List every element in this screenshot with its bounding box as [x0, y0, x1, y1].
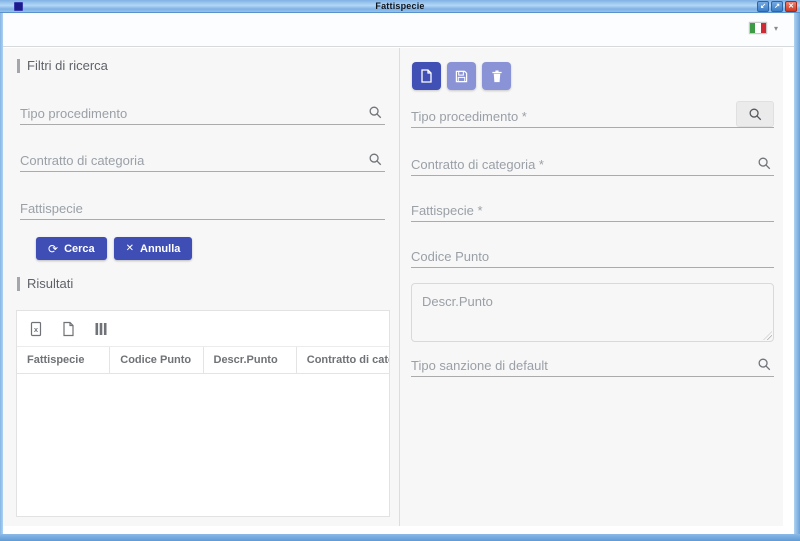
column-header-descr-punto[interactable]: Descr.Punto	[204, 347, 297, 373]
results-section-title: Risultati	[27, 276, 73, 291]
pdf-export-icon[interactable]	[61, 321, 77, 337]
window-content: ▾ Filtri di ricerca	[3, 13, 794, 534]
detail-panel	[400, 48, 783, 526]
results-table: x Fattispecie	[16, 310, 390, 517]
maximize-button[interactable]: ↗	[771, 1, 783, 12]
search-icon[interactable]	[368, 105, 383, 120]
annulla-button-label: Annulla	[140, 243, 180, 255]
delete-record-button[interactable]	[482, 62, 511, 90]
detail-tipo-sanzione-input[interactable]	[411, 358, 756, 373]
search-icon[interactable]	[757, 357, 772, 372]
columns-icon[interactable]	[93, 321, 109, 337]
filter-contratto-input[interactable]	[20, 153, 367, 168]
filter-tipo-procedimento-input[interactable]	[20, 106, 367, 121]
detail-contratto-input[interactable]	[411, 157, 756, 172]
annulla-button[interactable]: ✕ Annulla	[114, 237, 193, 260]
cerca-button-label: Cerca	[64, 243, 95, 255]
detail-tipo-procedimento-field	[411, 98, 774, 128]
results-section-header: Risultati	[17, 276, 73, 291]
flag-red-band	[761, 23, 766, 33]
filters-section-title: Filtri di ricerca	[27, 58, 108, 73]
search-panel: Filtri di ricerca	[3, 48, 400, 526]
save-icon	[455, 70, 468, 83]
results-table-body	[17, 374, 389, 516]
results-table-toolbar: x	[17, 311, 389, 347]
window-title: Fattispecie	[0, 1, 800, 11]
section-bar-icon	[17, 59, 20, 73]
main-area: Filtri di ricerca	[3, 48, 783, 526]
filter-actions: ⟳ Cerca ✕ Annulla	[36, 237, 192, 260]
close-icon: ✕	[126, 243, 134, 254]
window-frame-bottom	[0, 534, 800, 541]
titlebar: Fattispecie ↙ ↗ ✕	[0, 0, 800, 13]
new-record-button[interactable]	[412, 62, 441, 90]
cerca-button[interactable]: ⟳ Cerca	[36, 237, 107, 260]
italian-flag-icon	[749, 22, 767, 34]
detail-toolbar	[412, 62, 511, 90]
fattispecie-window: Fattispecie ↙ ↗ ✕ ▾	[0, 0, 800, 541]
search-icon[interactable]	[757, 156, 772, 171]
excel-export-icon[interactable]: x	[29, 321, 45, 337]
lookup-button[interactable]	[736, 101, 774, 127]
minimize-button[interactable]: ↙	[757, 1, 769, 12]
detail-descr-punto-textarea[interactable]	[412, 284, 773, 341]
language-selector[interactable]: ▾	[749, 22, 778, 34]
filter-fattispecie-input[interactable]	[20, 201, 367, 216]
refresh-icon: ⟳	[48, 242, 58, 256]
save-record-button[interactable]	[447, 62, 476, 90]
window-frame-right	[794, 13, 800, 541]
filter-tipo-procedimento-field	[20, 95, 385, 125]
filter-contratto-field	[20, 142, 385, 172]
detail-fattispecie-input[interactable]	[411, 203, 756, 218]
detail-tipo-procedimento-input[interactable]	[411, 109, 756, 124]
detail-codice-punto-input[interactable]	[411, 249, 756, 264]
column-header-fattispecie[interactable]: Fattispecie	[17, 347, 110, 373]
svg-text:x: x	[34, 325, 39, 334]
search-icon	[748, 107, 763, 122]
close-button[interactable]: ✕	[785, 1, 797, 12]
results-table-header: Fattispecie Codice Punto Descr.Punto Con…	[17, 347, 389, 374]
search-icon[interactable]	[368, 152, 383, 167]
new-document-icon	[420, 69, 433, 83]
detail-contratto-field	[411, 146, 774, 176]
detail-codice-punto-field	[411, 238, 774, 268]
detail-descr-punto-field	[411, 283, 774, 342]
resize-grip-icon[interactable]	[763, 331, 772, 340]
column-header-codice-punto[interactable]: Codice Punto	[110, 347, 203, 373]
chevron-down-icon: ▾	[774, 24, 778, 33]
window-controls: ↙ ↗ ✕	[757, 1, 797, 12]
app-header: ▾	[3, 13, 794, 47]
trash-icon	[491, 70, 503, 83]
filter-fattispecie-field	[20, 190, 385, 220]
column-header-contratto[interactable]: Contratto di cate...	[297, 347, 389, 373]
section-bar-icon	[17, 277, 20, 291]
detail-tipo-sanzione-field	[411, 347, 774, 377]
detail-fattispecie-field	[411, 192, 774, 222]
filters-section-header: Filtri di ricerca	[17, 58, 108, 73]
